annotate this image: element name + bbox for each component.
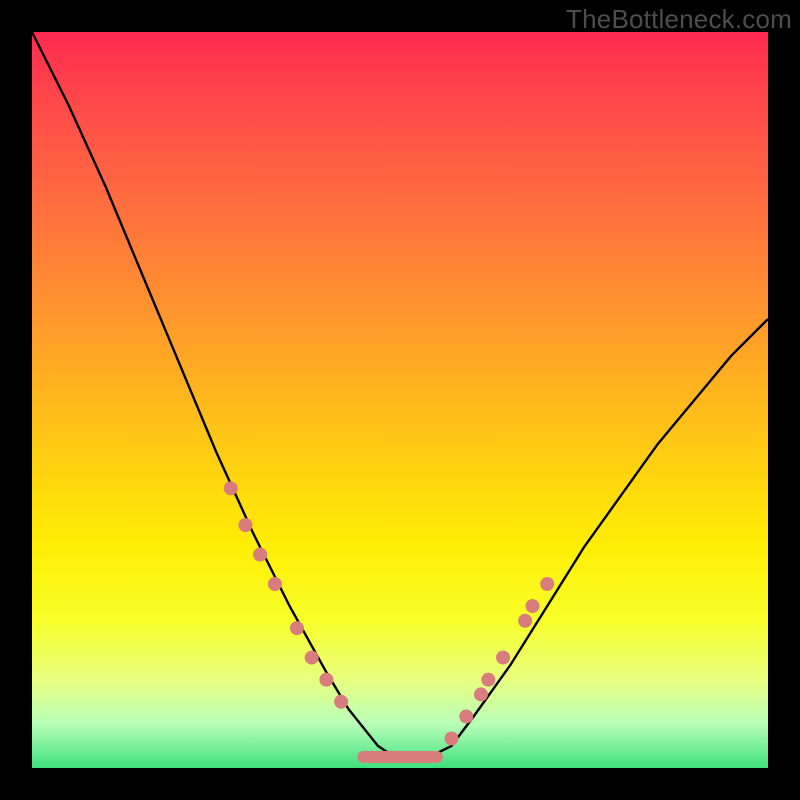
curve-layer <box>32 32 768 768</box>
curve-marker-dot <box>319 673 333 687</box>
curve-marker-dot <box>268 577 282 591</box>
curve-marker-dot <box>253 548 267 562</box>
curve-marker-dot <box>238 518 252 532</box>
curve-marker-dot <box>540 577 554 591</box>
curve-marker-dot <box>305 651 319 665</box>
curve-marker-dot <box>290 621 304 635</box>
curve-marker-dot <box>481 673 495 687</box>
curve-marker-dot <box>525 599 539 613</box>
bottleneck-curve <box>32 32 768 761</box>
curve-marker-dot <box>496 651 510 665</box>
watermark-text: TheBottleneck.com <box>566 4 792 35</box>
plot-area <box>32 32 768 768</box>
curve-marker-dot <box>474 687 488 701</box>
curve-markers <box>224 481 554 745</box>
curve-marker-dot <box>445 732 459 746</box>
chart-frame: TheBottleneck.com <box>0 0 800 800</box>
curve-marker-dot <box>334 695 348 709</box>
curve-marker-dot <box>459 709 473 723</box>
curve-marker-dot <box>518 614 532 628</box>
curve-marker-dot <box>224 481 238 495</box>
